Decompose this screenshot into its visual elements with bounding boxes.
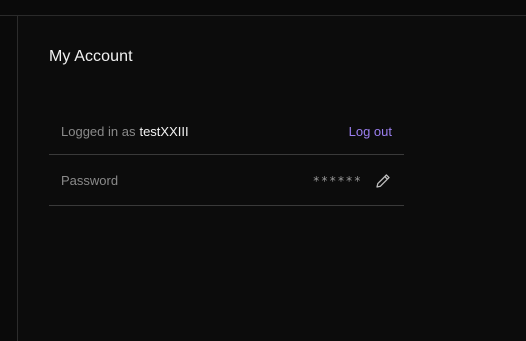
password-label: Password: [61, 173, 119, 188]
page-title: My Account: [49, 48, 133, 65]
top-bar: [0, 0, 526, 16]
logout-link[interactable]: Log out: [349, 124, 392, 139]
pencil-icon[interactable]: [374, 172, 392, 190]
username: testXXIII: [139, 124, 189, 139]
pencil-icon-svg: [376, 173, 390, 188]
logged-in-label: Logged in as: [61, 124, 136, 139]
sidebar: [0, 16, 18, 341]
password-masked-value: ******: [312, 173, 362, 188]
account-row: Logged in as testXXIII Log out: [49, 109, 404, 155]
password-row: Password ******: [49, 156, 404, 206]
